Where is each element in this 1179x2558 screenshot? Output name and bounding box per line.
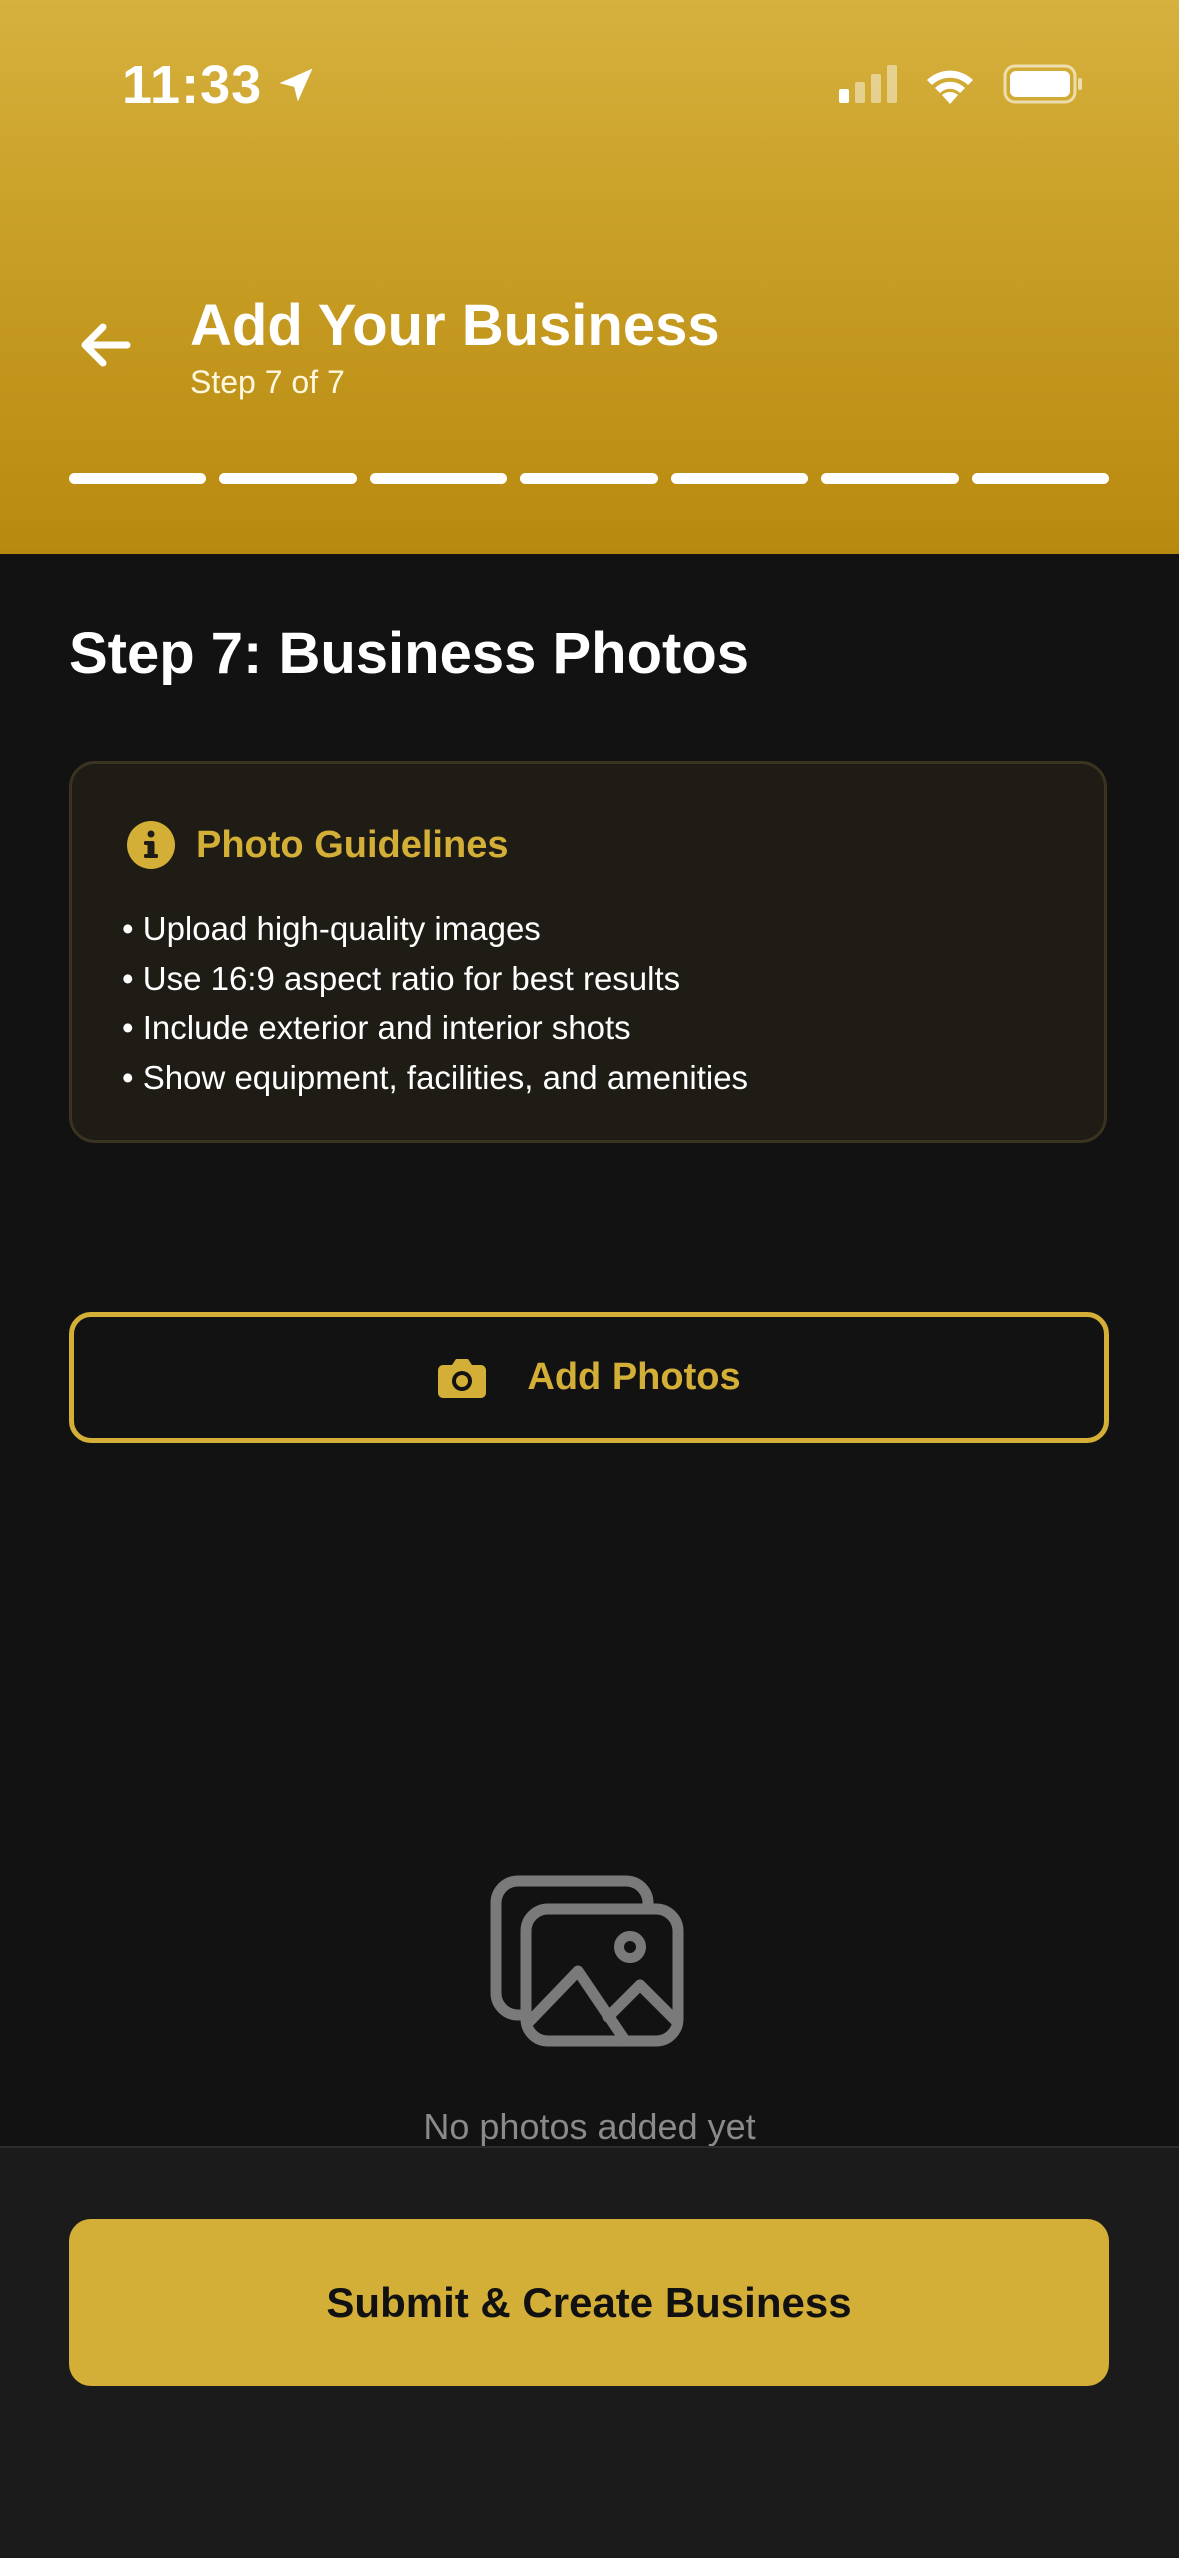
status-bar-indicators [839, 64, 1083, 104]
page-subtitle: Step 7 of 7 [190, 364, 345, 400]
footer: Submit & Create Business [0, 2146, 1179, 2558]
progress-segment [369, 473, 508, 484]
location-arrow-icon [279, 68, 313, 102]
images-icon [490, 1875, 684, 2047]
step-progress-bar [69, 473, 1109, 484]
page-title: Add Your Business [190, 293, 720, 358]
guidelines-list: Upload high-quality images Use 16:9 aspe… [122, 904, 748, 1102]
guideline-item: Show equipment, facilities, and amenitie… [122, 1053, 748, 1103]
progress-segment [219, 473, 357, 484]
guideline-item: Include exterior and interior shots [122, 1003, 748, 1053]
progress-segment [69, 473, 207, 484]
camera-icon [438, 1358, 487, 1398]
main-content: Step 7: Business Photos Photo Guidelines… [0, 554, 1179, 2146]
progress-segment [821, 473, 959, 484]
progress-segment [971, 473, 1109, 484]
photo-guidelines-card: Photo Guidelines Upload high-quality ima… [69, 761, 1107, 1143]
add-photos-button[interactable]: Add Photos [69, 1312, 1109, 1443]
cellular-signal-icon [839, 65, 897, 103]
guidelines-header: Photo Guidelines [126, 820, 508, 870]
back-button[interactable] [70, 310, 140, 380]
time-label: 11:33 [122, 55, 263, 115]
add-photos-label: Add Photos [527, 1356, 741, 1398]
progress-segment [520, 473, 658, 484]
step-title: Step 7: Business Photos [69, 621, 750, 686]
progress-segment [670, 473, 809, 484]
guideline-item: Use 16:9 aspect ratio for best results [122, 954, 748, 1004]
header: 11:33 Add Your Business Step 7 of 7 [0, 0, 1179, 554]
submit-create-business-button[interactable]: Submit & Create Business [69, 2219, 1109, 2386]
guidelines-title: Photo Guidelines [196, 823, 509, 866]
empty-state-text: No photos added yet [423, 2106, 756, 2146]
guideline-item: Upload high-quality images [122, 904, 748, 954]
battery-icon [1003, 64, 1082, 104]
info-icon [127, 821, 175, 869]
status-bar-time: 11:33 [122, 54, 318, 116]
wifi-icon [927, 70, 973, 104]
arrow-left-icon [81, 323, 131, 367]
submit-label: Submit & Create Business [326, 2278, 852, 2326]
